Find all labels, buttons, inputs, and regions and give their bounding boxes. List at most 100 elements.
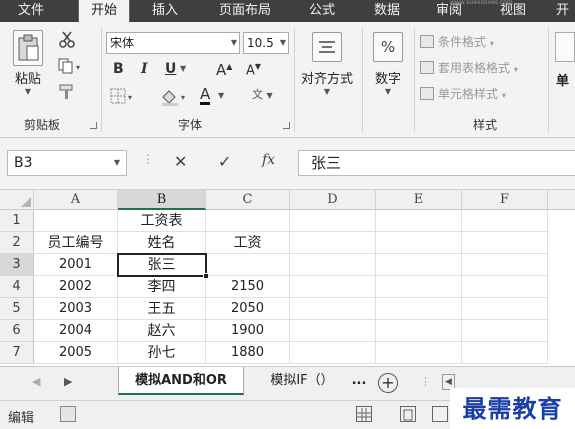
shrink-font-button[interactable]: A▼ [246, 62, 261, 78]
row-header-2[interactable]: 2 [0, 232, 34, 254]
cell-e1[interactable] [376, 210, 462, 232]
underline-button[interactable]: U [165, 61, 176, 77]
font-color-button[interactable]: A [200, 86, 211, 105]
cell-f5[interactable] [462, 298, 548, 320]
cell-a7[interactable]: 2005 [34, 342, 118, 364]
cell-c4[interactable]: 2150 [206, 276, 290, 298]
sheet-tab-if[interactable]: 模拟IF（） [256, 367, 348, 395]
bold-button[interactable]: B [113, 61, 124, 77]
row-header-3[interactable]: 3 [0, 254, 34, 276]
cell-c6[interactable]: 1900 [206, 320, 290, 342]
format-as-table-button[interactable]: 套用表格格式 ▾ [420, 58, 518, 78]
number-format-button[interactable]: % 数字 ▼ [366, 32, 410, 96]
cell-a5[interactable]: 2003 [34, 298, 118, 320]
cells-icon[interactable] [555, 32, 575, 62]
column-header-b[interactable]: B [118, 190, 206, 210]
cell-f2[interactable] [462, 232, 548, 254]
cell-d2[interactable] [290, 232, 376, 254]
brush-icon[interactable] [58, 84, 76, 103]
cell-f1[interactable] [462, 210, 548, 232]
row-header-7[interactable]: 7 [0, 342, 34, 364]
name-box[interactable]: B3 ▼ [7, 150, 127, 176]
cell-e3[interactable] [376, 254, 462, 276]
scroll-tabs-left-icon[interactable]: ◀ [32, 375, 40, 388]
row-header-6[interactable]: 6 [0, 320, 34, 342]
copy-icon[interactable]: ▾ [58, 58, 84, 77]
tab-formulas[interactable]: 公式 [298, 0, 346, 22]
cell-d5[interactable] [290, 298, 376, 320]
cell-e2[interactable] [376, 232, 462, 254]
enter-check-icon[interactable]: ✓ [218, 152, 231, 171]
chevron-down-icon[interactable]: ▼ [180, 64, 186, 73]
tab-data[interactable]: 数据 [364, 0, 410, 22]
sheet-tab-and-or[interactable]: 模拟AND和OR [118, 367, 244, 395]
cell-d6[interactable] [290, 320, 376, 342]
cell-b2[interactable]: 姓名 [118, 232, 206, 254]
column-header-c[interactable]: C [206, 190, 290, 210]
cell-f7[interactable] [462, 342, 548, 364]
tab-file[interactable]: 文件 [2, 0, 60, 22]
cell-b6[interactable]: 赵六 [118, 320, 206, 342]
cell-a3[interactable]: 2001 [34, 254, 118, 276]
row-header-5[interactable]: 5 [0, 298, 34, 320]
cell-a1[interactable] [34, 210, 118, 232]
cell-c5[interactable]: 2050 [206, 298, 290, 320]
cell-a6[interactable]: 2004 [34, 320, 118, 342]
macro-record-icon[interactable] [60, 406, 76, 422]
cell-a4[interactable]: 2002 [34, 276, 118, 298]
cell-d3[interactable] [290, 254, 376, 276]
tab-home[interactable]: 开始 [78, 0, 130, 22]
grow-font-button[interactable]: A▲ [216, 61, 232, 79]
tab-split-grip-icon[interactable]: ⋮ [420, 375, 431, 388]
tab-page-layout[interactable]: 页面布局 [205, 0, 285, 22]
scissors-icon[interactable] [58, 30, 76, 51]
scroll-tabs-right-icon[interactable]: ▶ [64, 375, 72, 388]
borders-icon[interactable]: ▾ [110, 88, 136, 107]
cell-e6[interactable] [376, 320, 462, 342]
insert-function-button[interactable]: fx [262, 152, 275, 168]
cell-d1[interactable] [290, 210, 376, 232]
alignment-button[interactable]: 对齐方式 ▼ [298, 32, 356, 96]
cell-b1[interactable]: 工资表 [118, 210, 206, 232]
page-layout-view-icon[interactable] [400, 406, 416, 422]
normal-view-icon[interactable] [356, 406, 372, 422]
cell-c7[interactable]: 1880 [206, 342, 290, 364]
cell-e5[interactable] [376, 298, 462, 320]
cell-c1[interactable] [206, 210, 290, 232]
column-header-e[interactable]: E [376, 190, 462, 210]
cells-group-label[interactable]: 单 [556, 70, 569, 89]
cancel-icon[interactable]: ✕ [174, 152, 187, 171]
column-header-d[interactable]: D [290, 190, 376, 210]
tab-insert[interactable]: 插入 [140, 0, 190, 22]
cell-f6[interactable] [462, 320, 548, 342]
italic-button[interactable]: I [141, 61, 148, 77]
cell-d4[interactable] [290, 276, 376, 298]
cell-b4[interactable]: 李四 [118, 276, 206, 298]
paste-button[interactable]: 粘贴 ▼ [8, 30, 48, 96]
column-header-g[interactable] [548, 190, 575, 210]
add-sheet-icon[interactable]: + [378, 373, 398, 393]
cell-b7[interactable]: 孙七 [118, 342, 206, 364]
font-size-combo[interactable]: 10.5 ▼ [243, 32, 289, 54]
row-header-4[interactable]: 4 [0, 276, 34, 298]
cell-c3[interactable] [206, 254, 290, 276]
cell-e7[interactable] [376, 342, 462, 364]
conditional-formatting-button[interactable]: 条件格式 ▾ [420, 32, 494, 52]
column-header-a[interactable]: A [34, 190, 118, 210]
cell-b3[interactable]: 张三 [118, 254, 206, 276]
fill-color-icon[interactable]: ▾ [160, 88, 190, 109]
more-sheets-button[interactable]: ... [348, 367, 370, 395]
page-break-view-icon[interactable] [432, 406, 448, 422]
cell-c2[interactable]: 工资 [206, 232, 290, 254]
cell-d7[interactable] [290, 342, 376, 364]
fill-handle[interactable] [203, 273, 209, 279]
row-header-1[interactable]: 1 [0, 210, 34, 232]
select-all-corner[interactable] [0, 190, 34, 210]
cell-b5[interactable]: 王五 [118, 298, 206, 320]
cell-a2[interactable]: 员工编号 [34, 232, 118, 254]
tab-developer[interactable]: 开 [550, 0, 575, 22]
chevron-down-icon[interactable]: ▼ [218, 91, 224, 100]
phonetic-guide-button[interactable]: 文 ▼ [252, 86, 273, 102]
cell-f3[interactable] [462, 254, 548, 276]
cell-e4[interactable] [376, 276, 462, 298]
